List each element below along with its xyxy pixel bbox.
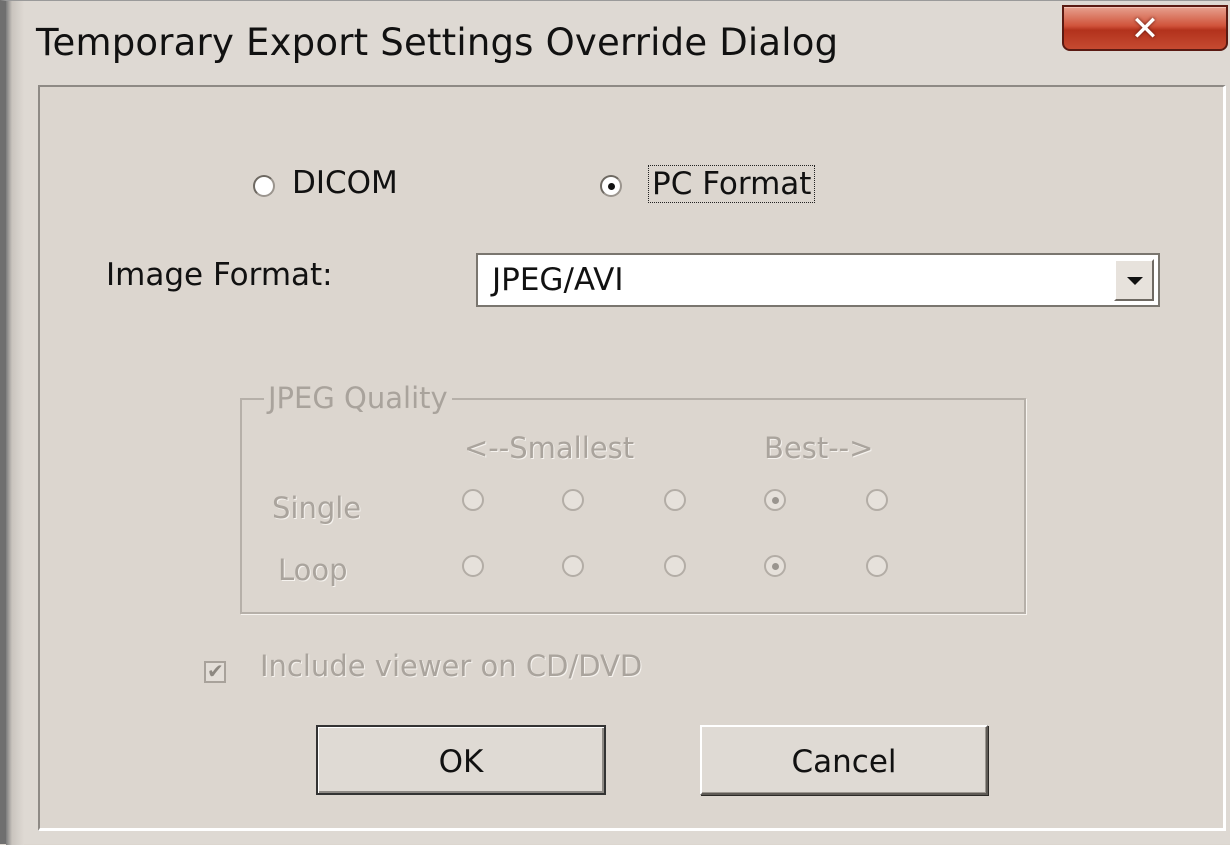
quality-loop-option-1[interactable] (462, 555, 484, 577)
jpeg-quality-title: JPEG Quality (264, 381, 452, 415)
cancel-button-label: Cancel (791, 744, 897, 780)
dialog-client-area: DICOM PC Format Image Format: JPEG/AVI J… (38, 85, 1226, 831)
window-left-edge (6, 1, 24, 845)
quality-scale-best: Best--> (764, 431, 874, 465)
quality-row-loop-label: Loop (278, 553, 348, 587)
quality-loop-option-5[interactable] (866, 555, 888, 577)
dialog-title: Temporary Export Settings Override Dialo… (36, 21, 839, 64)
quality-loop-option-2[interactable] (562, 555, 584, 577)
image-format-value: JPEG/AVI (492, 262, 624, 298)
quality-single-option-3[interactable] (664, 489, 686, 511)
quality-scale-smallest: <--Smallest (464, 431, 635, 465)
title-bar[interactable]: Temporary Export Settings Override Dialo… (6, 1, 1230, 85)
quality-single-option-2[interactable] (562, 489, 584, 511)
include-viewer-checkbox[interactable] (204, 659, 226, 683)
close-icon: ✕ (1130, 9, 1160, 49)
radio-dicom[interactable] (253, 175, 275, 197)
quality-single-option-1[interactable] (462, 489, 484, 511)
dialog-window: Temporary Export Settings Override Dialo… (0, 0, 1230, 845)
ok-button-label: OK (438, 744, 484, 780)
ok-button[interactable]: OK (316, 725, 606, 795)
quality-single-option-5[interactable] (866, 489, 888, 511)
chevron-down-icon[interactable] (1114, 259, 1154, 301)
include-viewer-label: Include viewer on CD/DVD (260, 649, 643, 683)
quality-row-single-label: Single (272, 491, 362, 525)
close-button[interactable]: ✕ (1062, 5, 1228, 51)
image-format-select[interactable]: JPEG/AVI (476, 253, 1160, 307)
image-format-label: Image Format: (106, 257, 333, 293)
radio-pc-format-label[interactable]: PC Format (648, 165, 816, 203)
radio-dicom-label[interactable]: DICOM (292, 165, 398, 201)
radio-pc-format[interactable] (600, 175, 622, 197)
cancel-button[interactable]: Cancel (700, 725, 988, 795)
quality-loop-option-4[interactable] (764, 555, 786, 577)
quality-single-option-4[interactable] (764, 489, 786, 511)
quality-loop-option-3[interactable] (664, 555, 686, 577)
